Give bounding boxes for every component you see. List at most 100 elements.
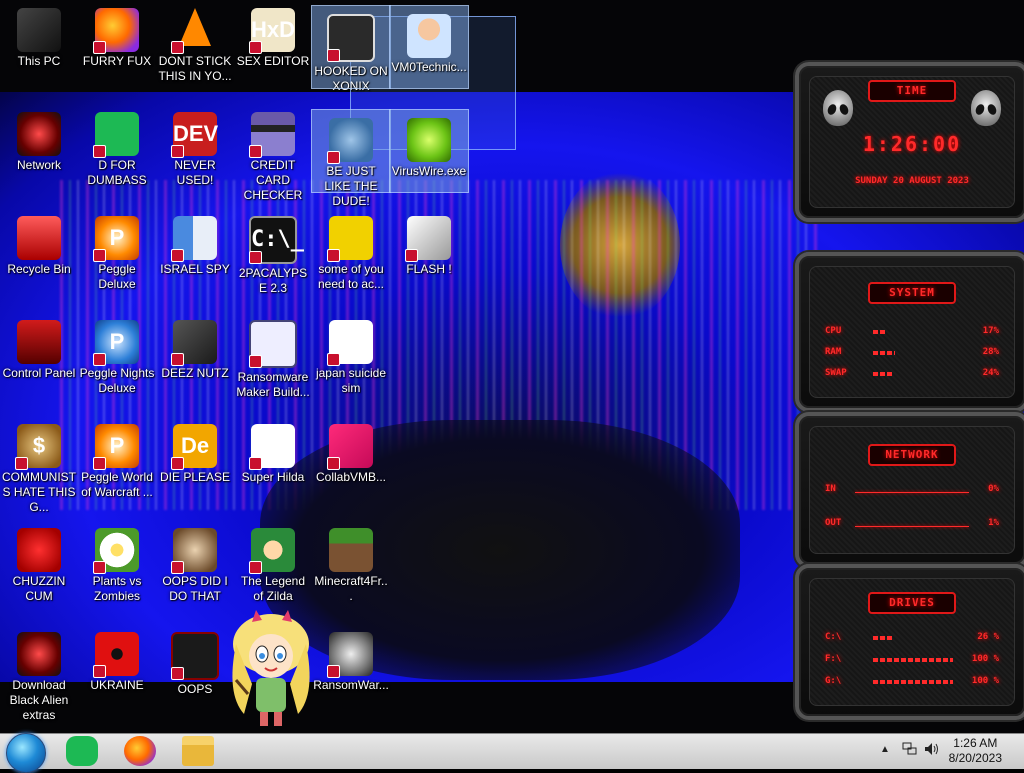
usage-bar [873,658,953,662]
shield-overlay-icon [327,249,340,262]
network-widget-title: NETWORK [868,444,956,466]
monitor-icon [327,424,373,470]
hxd-glyph: HxD [251,17,296,42]
desktop-icon-peggle-deluxe[interactable]: P Peggle Deluxe [78,208,156,308]
system-widget[interactable]: SYSTEM CPU 17% RAM 28% SWAP 24% [795,252,1024,412]
desktop-icon-label: Peggle Nights Deluxe [79,366,155,395]
desktop-icon-label: UKRAINE [90,678,144,692]
desktop-icon-control-panel[interactable]: Control Panel [0,312,78,412]
shield-overlay-icon [249,145,262,158]
system-row-ram: RAM 28% [825,347,999,361]
skull-icon [327,632,373,678]
desktop-icon-label: Ransomware Maker Build... [236,370,310,399]
desktop-icon-japan-suicide[interactable]: japan suicide sim [312,312,390,412]
desktop-icon-credit-card[interactable]: CREDIT CARD CHECKER [234,104,312,204]
shield-overlay-icon [171,561,184,574]
time-widget[interactable]: TIME 1:26:00 SUNDAY 20 AUGUST 2023 [795,62,1024,222]
desktop-icon-network[interactable]: Network [0,104,78,204]
desktop-icon-label: Recycle Bin [7,262,71,276]
desktop-icon-never-used[interactable]: DEV NEVER USED! [156,104,234,204]
desktop-icon-xonix[interactable]: HOOKED ON XONIX [311,5,391,93]
taskbar-file-explorer-icon[interactable] [182,736,214,766]
drives-widget-title: DRIVES [868,592,956,614]
desktop-icon-the-dude[interactable]: BE JUST LIKE THE DUDE! [311,109,391,208]
row-label: IN [825,484,836,494]
shield-overlay-icon [249,355,262,368]
cmd-glyph: C:\_ [251,227,304,252]
desktop-icon-label: DONT STICK THIS IN YO... [158,54,232,83]
traffic-graph-line [855,526,969,527]
desktop-icon-2pacalypse[interactable]: C:\_ 2PACALYPSE 2.3 [234,208,312,308]
desktop-icon-dont-stick[interactable]: DONT STICK THIS IN YO... [156,0,234,100]
desktop-icon-minecraft[interactable]: Minecraft4Fr... [312,520,390,620]
taskbar-clock[interactable]: 1:26 AM 8/20/2023 [949,736,1002,766]
desktop-icon-ukraine[interactable]: UKRAINE [78,624,156,724]
pixel-character-icon [249,424,295,470]
desktop-icon-ransomwar[interactable]: RansomWar... [312,624,390,724]
drives-widget[interactable]: DRIVES C:\ 26 % F:\ 100 % G:\ 100 % [795,564,1024,720]
desktop-icon-recycle-bin[interactable]: Recycle Bin [0,208,78,308]
row-label: SWAP [825,368,847,378]
desktop-icon-collabvm[interactable]: CollabVMB... [312,416,390,516]
network-row-out: OUT 1% [825,518,999,532]
de-logo-icon: De [171,424,217,470]
desktop-icon-super-hilda[interactable]: Super Hilda [234,416,312,516]
taskbar-green-app-icon[interactable] [66,736,98,766]
desktop-icon-die-please[interactable]: De DIE PLEASE [156,416,234,516]
usage-bar [873,372,892,376]
shield-overlay-icon [171,145,184,158]
tray-chevron-icon[interactable]: ▲ [880,744,890,755]
desktop-icon-label: Control Panel [2,366,76,380]
desktop-icon-israel-spy[interactable]: ISRAEL SPY [156,208,234,308]
desktop-icon-flash[interactable]: FLASH ! [390,208,468,308]
desktop-icon-label: CHUZZIN CUM [12,574,66,603]
desktop-icon-deez-nutz[interactable]: DEEZ NUTZ [156,312,234,412]
dog-icon [327,216,373,262]
desktop-icon-viruswire[interactable]: VirusWire.exe [389,109,469,193]
usage-bar [873,680,953,684]
dev-glyph: DEV [173,121,219,146]
network-status-icon[interactable] [902,742,918,759]
taskbar-firefox-icon[interactable] [124,736,156,766]
desktop-icon-some-of-you[interactable]: some of you need to ac... [312,208,390,308]
alien-head-left-icon [823,90,853,126]
control-panel-icon [17,320,61,364]
row-value: 1% [988,518,999,528]
alien-network-icon [17,112,61,156]
desktop-icon-label: BE JUST LIKE THE DUDE! [324,164,378,208]
desktop-icon-this-pc[interactable]: This PC [0,0,78,100]
peggle-glyph: P [109,433,125,458]
shield-overlay-icon [93,665,106,678]
desktop-icon-ransomware-maker[interactable]: Ransomware Maker Build... [234,312,312,412]
xonix-icon [327,14,375,62]
desktop-icon-download-alien[interactable]: Download Black Alien extras [0,624,78,732]
desktop-icon-plants-vs-zombies[interactable]: Plants vs Zombies [78,520,156,620]
lime-icon [407,118,451,162]
desktop-icon-chuzzin[interactable]: CHUZZIN CUM [0,520,78,620]
desktop-icon-peggle-wow[interactable]: P Peggle World of Warcraft ... [78,416,156,516]
network-widget[interactable]: NETWORK IN 0% OUT 1% [795,412,1024,568]
start-button[interactable] [6,733,46,773]
shield-overlay-icon [171,41,184,54]
row-label: OUT [825,518,842,528]
row-label: RAM [825,347,842,357]
windows-stack-icon [171,320,217,366]
peggle-nights-icon: P [93,320,139,366]
system-row-swap: SWAP 24% [825,368,999,382]
desktop-icon-furry-fux[interactable]: FURRY FUX [78,0,156,100]
shield-overlay-icon [171,353,184,366]
desktop-icon-peggle-nights[interactable]: P Peggle Nights Deluxe [78,312,156,412]
shield-overlay-icon [93,41,106,54]
shield-overlay-icon [93,561,106,574]
desktop-icon-vm0technic[interactable]: VM0Technic... [389,5,469,89]
desktop-icon-label: FLASH ! [406,262,452,276]
volume-icon[interactable] [924,742,940,759]
desktop-icon-d-for-dumbass[interactable]: D FOR DUMBASS [78,104,156,204]
shield-overlay-icon [327,457,340,470]
dev-cpp-icon: DEV [171,112,219,158]
desktop-icon-sex-editor[interactable]: HxD SEX EDITOR [234,0,312,100]
desktop-icon-label: COMMUNISTS HATE THIS G... [2,470,76,514]
zelda-icon [249,528,295,574]
desktop-icon-communists[interactable]: $ COMMUNISTS HATE THIS G... [0,416,78,516]
row-label: G:\ [825,676,842,686]
